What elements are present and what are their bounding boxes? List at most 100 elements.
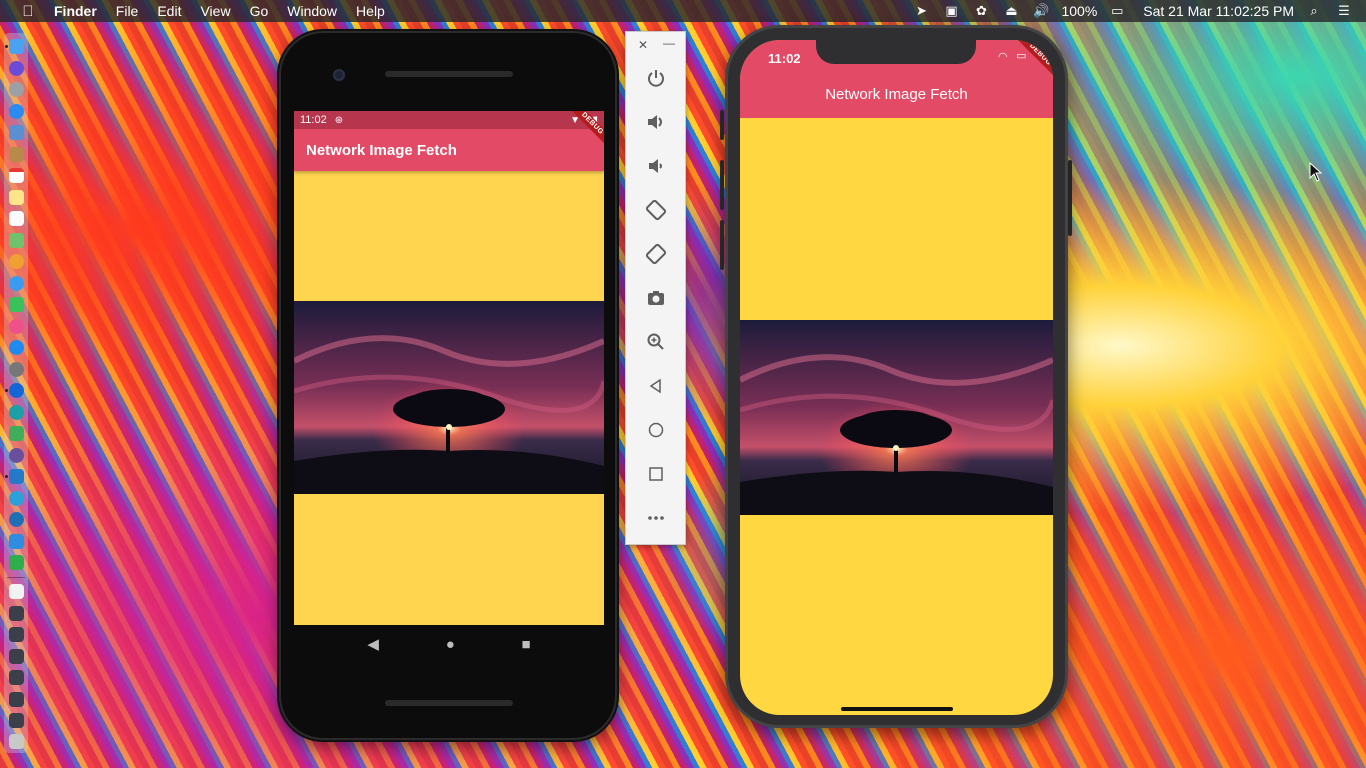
location-icon[interactable]: ➤ [911, 3, 931, 19]
rotate-left-icon [645, 199, 667, 221]
menu-extras: ➤ ▣ ✿ ⏏ 🔊 100% ▭ Sat 21 Mar 11:02:25 PM … [911, 0, 1354, 22]
iphone-power-button [1068, 160, 1072, 236]
toolbar-header: ✕ — [626, 32, 685, 58]
apple-menu-icon[interactable]:  [20, 3, 36, 20]
photos-icon[interactable] [9, 254, 24, 269]
trash-icon[interactable] [9, 734, 24, 749]
sync-icon: ⊛ [334, 114, 344, 126]
rotate-right-button[interactable] [642, 240, 670, 268]
github-icon[interactable] [9, 448, 24, 463]
network-image [294, 301, 604, 494]
home-indicator[interactable] [841, 707, 953, 711]
nav-recents-button[interactable]: ■ [522, 636, 531, 653]
window-thumbnail-icon[interactable] [9, 692, 24, 707]
app-status-icon[interactable]: ✿ [971, 3, 991, 19]
power-icon [648, 70, 664, 87]
menu-file[interactable]: File [116, 3, 139, 19]
bottom-speaker [385, 700, 513, 706]
emulator-toolbar: ✕ — [625, 31, 686, 545]
android-status-time: 11:02 [300, 114, 327, 126]
iphone-screen[interactable]: 11:02 ◠ ▭ Network Image Fetch DEBUG [740, 40, 1053, 715]
window-thumbnail-icon[interactable] [9, 649, 24, 664]
dock-separator [7, 577, 25, 578]
system-preferences-icon[interactable] [9, 362, 24, 377]
wifi-icon: ◠ [998, 51, 1008, 63]
running-indicator [5, 475, 8, 478]
messages-icon[interactable] [9, 276, 24, 291]
back-icon [649, 378, 661, 394]
music-icon[interactable] [9, 319, 24, 334]
overview-button[interactable] [642, 460, 670, 488]
siri-icon[interactable] [9, 61, 24, 76]
volume-down-button[interactable] [642, 152, 670, 180]
battery-percent: 100% [1061, 3, 1098, 19]
home-icon [648, 422, 664, 438]
calendar-icon[interactable] [9, 168, 24, 183]
numbers-icon[interactable] [9, 555, 24, 570]
more-icon [648, 516, 664, 520]
vscode-icon[interactable] [9, 469, 24, 484]
nav-back-button[interactable]: ◀ [367, 635, 379, 653]
reminders-icon[interactable] [9, 211, 24, 226]
toolbar-minimize-button[interactable]: — [663, 36, 675, 50]
menu-view[interactable]: View [200, 3, 230, 19]
rotate-right-icon [645, 243, 667, 265]
iphone-volume-button [720, 220, 724, 270]
safari-icon[interactable] [9, 104, 24, 119]
menu-app-name[interactable]: Finder [54, 3, 97, 19]
overview-icon [649, 467, 663, 481]
spotlight-search-icon[interactable]: ⌕ [1304, 3, 1324, 19]
screen-share-icon[interactable]: ▣ [941, 3, 961, 19]
screenshot-button[interactable] [642, 284, 670, 312]
network-image [740, 320, 1053, 515]
menu-edit[interactable]: Edit [157, 3, 181, 19]
battery-icon[interactable]: ▭ [1107, 3, 1127, 19]
maps-icon[interactable] [9, 233, 24, 248]
facetime-icon[interactable] [9, 297, 24, 312]
preview-icon[interactable] [9, 125, 24, 140]
home-button[interactable] [642, 416, 670, 444]
browser-icon[interactable] [9, 512, 24, 527]
rotate-left-button[interactable] [642, 196, 670, 224]
iphone-notch [816, 40, 976, 64]
window-thumbnail-icon[interactable] [9, 713, 24, 728]
android-nav-bar: ◀ ● ■ [294, 625, 604, 663]
top-speaker [385, 71, 513, 77]
android-app-title: Network Image Fetch [306, 141, 457, 159]
running-indicator [5, 389, 8, 392]
maps-pin-icon[interactable] [9, 426, 24, 441]
power-button[interactable] [642, 64, 670, 92]
teamviewer-icon[interactable] [9, 383, 24, 398]
window-thumbnail-icon[interactable] [9, 627, 24, 642]
launchpad-icon[interactable] [9, 82, 24, 97]
mouse-cursor-icon [1309, 162, 1323, 182]
document-icon[interactable] [9, 584, 24, 599]
menu-help[interactable]: Help [356, 3, 385, 19]
menu-window[interactable]: Window [287, 3, 337, 19]
more-button[interactable] [642, 504, 670, 532]
android-emulator-phone: 11:02 ⊛ ▼ ▮ Network Image Fetch DEBUG [279, 31, 617, 740]
telegram-icon[interactable] [9, 491, 24, 506]
camera-icon [648, 291, 664, 305]
volume-icon[interactable]: 🔊 [1031, 3, 1051, 19]
notification-center-icon[interactable]: ☰ [1334, 3, 1354, 19]
app-store-icon[interactable] [9, 340, 24, 355]
volume-up-button[interactable] [642, 108, 670, 136]
iphone-side-button [720, 110, 724, 140]
android-screen[interactable]: 11:02 ⊛ ▼ ▮ Network Image Fetch DEBUG [294, 111, 604, 625]
zoom-button[interactable] [642, 328, 670, 356]
menu-go[interactable]: Go [250, 3, 269, 19]
eject-icon[interactable]: ⏏ [1001, 3, 1021, 19]
window-thumbnail-icon[interactable] [9, 670, 24, 685]
nav-home-button[interactable]: ● [446, 636, 455, 653]
back-button[interactable] [642, 372, 670, 400]
toolbar-close-button[interactable]: ✕ [638, 38, 648, 52]
notes-icon[interactable] [9, 190, 24, 205]
menu-clock[interactable]: Sat 21 Mar 11:02:25 PM [1143, 3, 1294, 19]
window-thumbnail-icon[interactable] [9, 606, 24, 621]
finder-icon[interactable] [9, 39, 24, 54]
xcode-icon[interactable] [9, 534, 24, 549]
running-indicator [5, 45, 8, 48]
contacts-icon[interactable] [9, 147, 24, 162]
edge-icon[interactable] [9, 405, 24, 420]
